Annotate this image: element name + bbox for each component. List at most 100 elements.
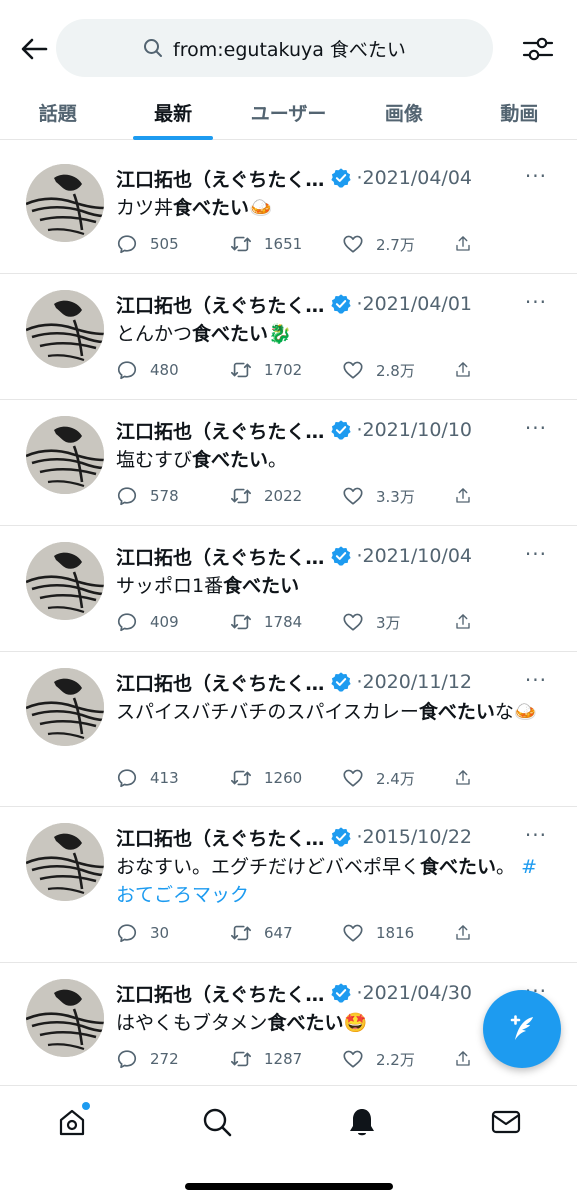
tweet-text-highlight: 食べたい	[420, 856, 497, 878]
share-button[interactable]	[454, 767, 484, 789]
verified-badge-icon	[331, 546, 352, 566]
avatar[interactable]	[26, 823, 104, 901]
tab-latest[interactable]: 最新	[115, 84, 230, 140]
display-name[interactable]: 江口拓也（えぐちたく…	[116, 824, 324, 851]
display-name[interactable]: 江口拓也（えぐちたく…	[116, 417, 324, 444]
nav-home[interactable]	[52, 1102, 92, 1140]
back-arrow-icon	[21, 38, 48, 60]
share-button[interactable]	[454, 1048, 484, 1070]
tab-users[interactable]: ユーザー	[231, 84, 346, 140]
tweet-item[interactable]: 江口拓也（えぐちたく… · 2021/04/01 ··· とんかつ食べたい🐉 48…	[0, 274, 577, 400]
more-options-icon[interactable]: ···	[525, 668, 547, 692]
retweet-button[interactable]: 1260	[230, 767, 342, 789]
heart-icon	[343, 235, 363, 253]
nav-notifications[interactable]	[342, 1104, 382, 1140]
tab-images[interactable]: 画像	[346, 84, 461, 140]
avatar[interactable]	[26, 668, 104, 746]
back-button[interactable]	[16, 34, 52, 64]
display-name[interactable]: 江口拓也（えぐちたく…	[116, 543, 324, 570]
tweet-text-highlight: 食べたい	[192, 323, 269, 345]
heart-icon	[343, 487, 363, 505]
search-input[interactable]: from:egutakuya 食べたい	[56, 19, 493, 77]
tweet-date[interactable]: 2021/04/30	[362, 982, 472, 1004]
tweet-item[interactable]: 江口拓也（えぐちたく… · 2015/10/22 ··· おなすい。エグチだけどバ…	[0, 807, 577, 963]
tweet-item[interactable]: 江口拓也（えぐちたく… · 2021/04/04 ··· カツ丼食べたい🍛 505…	[0, 148, 577, 274]
reply-icon	[117, 769, 137, 788]
like-button[interactable]: 3万	[342, 611, 454, 633]
tweet-date[interactable]: 2015/10/22	[362, 826, 472, 848]
retweet-button[interactable]: 647	[230, 922, 342, 944]
reply-button[interactable]: 272	[116, 1048, 230, 1070]
tweet-date[interactable]: 2021/10/10	[362, 419, 472, 441]
tweet-text-prefix: はやくもブタメン	[116, 1012, 268, 1034]
tweet-header: 江口拓也（えぐちたく… · 2021/10/10 ···	[116, 416, 557, 444]
tweet-text-highlight: 食べたい	[418, 701, 495, 723]
tweet-header: 江口拓也（えぐちたく… · 2021/04/30 ···	[116, 979, 557, 1007]
retweet-button[interactable]: 1287	[230, 1048, 342, 1070]
like-button[interactable]: 2.7万	[342, 233, 454, 255]
like-count: 3万	[376, 613, 401, 632]
share-button[interactable]	[454, 359, 484, 381]
more-options-icon[interactable]: ···	[525, 416, 547, 440]
reply-button[interactable]: 505	[116, 233, 230, 255]
avatar[interactable]	[26, 416, 104, 494]
tweet-header: 江口拓也（えぐちたく… · 2015/10/22 ···	[116, 823, 557, 851]
verified-badge-icon	[331, 672, 352, 692]
more-options-icon[interactable]: ···	[525, 290, 547, 314]
retweet-button[interactable]: 1784	[230, 611, 342, 633]
nav-search[interactable]	[197, 1104, 237, 1140]
avatar[interactable]	[26, 979, 104, 1057]
reply-button[interactable]: 30	[116, 922, 230, 944]
tweet-text-suffix: 。	[496, 856, 516, 878]
tweet-actions: 30 647 1816	[116, 920, 486, 946]
share-button[interactable]	[454, 233, 484, 255]
tab-videos[interactable]: 動画	[462, 84, 577, 140]
display-name[interactable]: 江口拓也（えぐちたく…	[116, 669, 324, 696]
tweet-text: スパイスバチバチのスパイスカレー食べたいな🍛	[116, 698, 546, 726]
like-button[interactable]: 2.2万	[342, 1048, 454, 1070]
retweet-button[interactable]: 2022	[230, 485, 342, 507]
like-button[interactable]: 1816	[342, 922, 454, 944]
reply-button[interactable]: 413	[116, 767, 230, 789]
avatar[interactable]	[26, 290, 104, 368]
share-button[interactable]	[454, 611, 484, 633]
tweet-date[interactable]: 2021/04/01	[362, 293, 472, 315]
tweet-date[interactable]: 2021/04/04	[362, 167, 472, 189]
bottom-navigation	[0, 1085, 577, 1200]
display-name[interactable]: 江口拓也（えぐちたく…	[116, 980, 324, 1007]
reply-count: 578	[150, 487, 179, 505]
tweet-item[interactable]: 江口拓也（えぐちたく… · 2021/10/04 ··· サッポロ1番食べたい 4…	[0, 526, 577, 652]
like-button[interactable]: 2.8万	[342, 359, 454, 381]
tweet-date[interactable]: 2020/11/12	[362, 671, 472, 693]
display-name[interactable]: 江口拓也（えぐちたく…	[116, 165, 324, 192]
share-button[interactable]	[454, 922, 484, 944]
more-options-icon[interactable]: ···	[525, 164, 547, 188]
share-icon	[456, 614, 470, 629]
like-button[interactable]: 2.4万	[342, 767, 454, 789]
search-tabs: 話題 最新 ユーザー 画像 動画	[0, 84, 577, 140]
display-name[interactable]: 江口拓也（えぐちたく…	[116, 291, 324, 318]
tweet-text: とんかつ食べたい🐉	[116, 320, 546, 348]
tweet-item[interactable]: 江口拓也（えぐちたく… · 2020/11/12 ··· スパイスバチバチのスパイ…	[0, 652, 577, 807]
tweet-date[interactable]: 2021/10/04	[362, 545, 472, 567]
reply-button[interactable]: 409	[116, 611, 230, 633]
retweet-icon	[231, 1051, 251, 1067]
filter-settings-button[interactable]	[519, 30, 557, 68]
heart-icon	[343, 1050, 363, 1068]
compose-tweet-button[interactable]	[483, 990, 561, 1068]
share-button[interactable]	[454, 485, 484, 507]
avatar[interactable]	[26, 542, 104, 620]
nav-messages[interactable]	[486, 1104, 526, 1140]
avatar[interactable]	[26, 164, 104, 242]
reply-button[interactable]: 480	[116, 359, 230, 381]
tweet-item[interactable]: 江口拓也（えぐちたく… · 2021/10/10 ··· 塩むすび食べたい。 57…	[0, 400, 577, 526]
more-options-icon[interactable]: ···	[525, 542, 547, 566]
retweet-button[interactable]: 1651	[230, 233, 342, 255]
retweet-count: 2022	[264, 487, 303, 505]
more-options-icon[interactable]: ···	[525, 823, 547, 847]
tweet-actions: 409 1784 3万	[116, 609, 486, 635]
reply-button[interactable]: 578	[116, 485, 230, 507]
retweet-button[interactable]: 1702	[230, 359, 342, 381]
like-button[interactable]: 3.3万	[342, 485, 454, 507]
tab-topics[interactable]: 話題	[0, 84, 115, 140]
